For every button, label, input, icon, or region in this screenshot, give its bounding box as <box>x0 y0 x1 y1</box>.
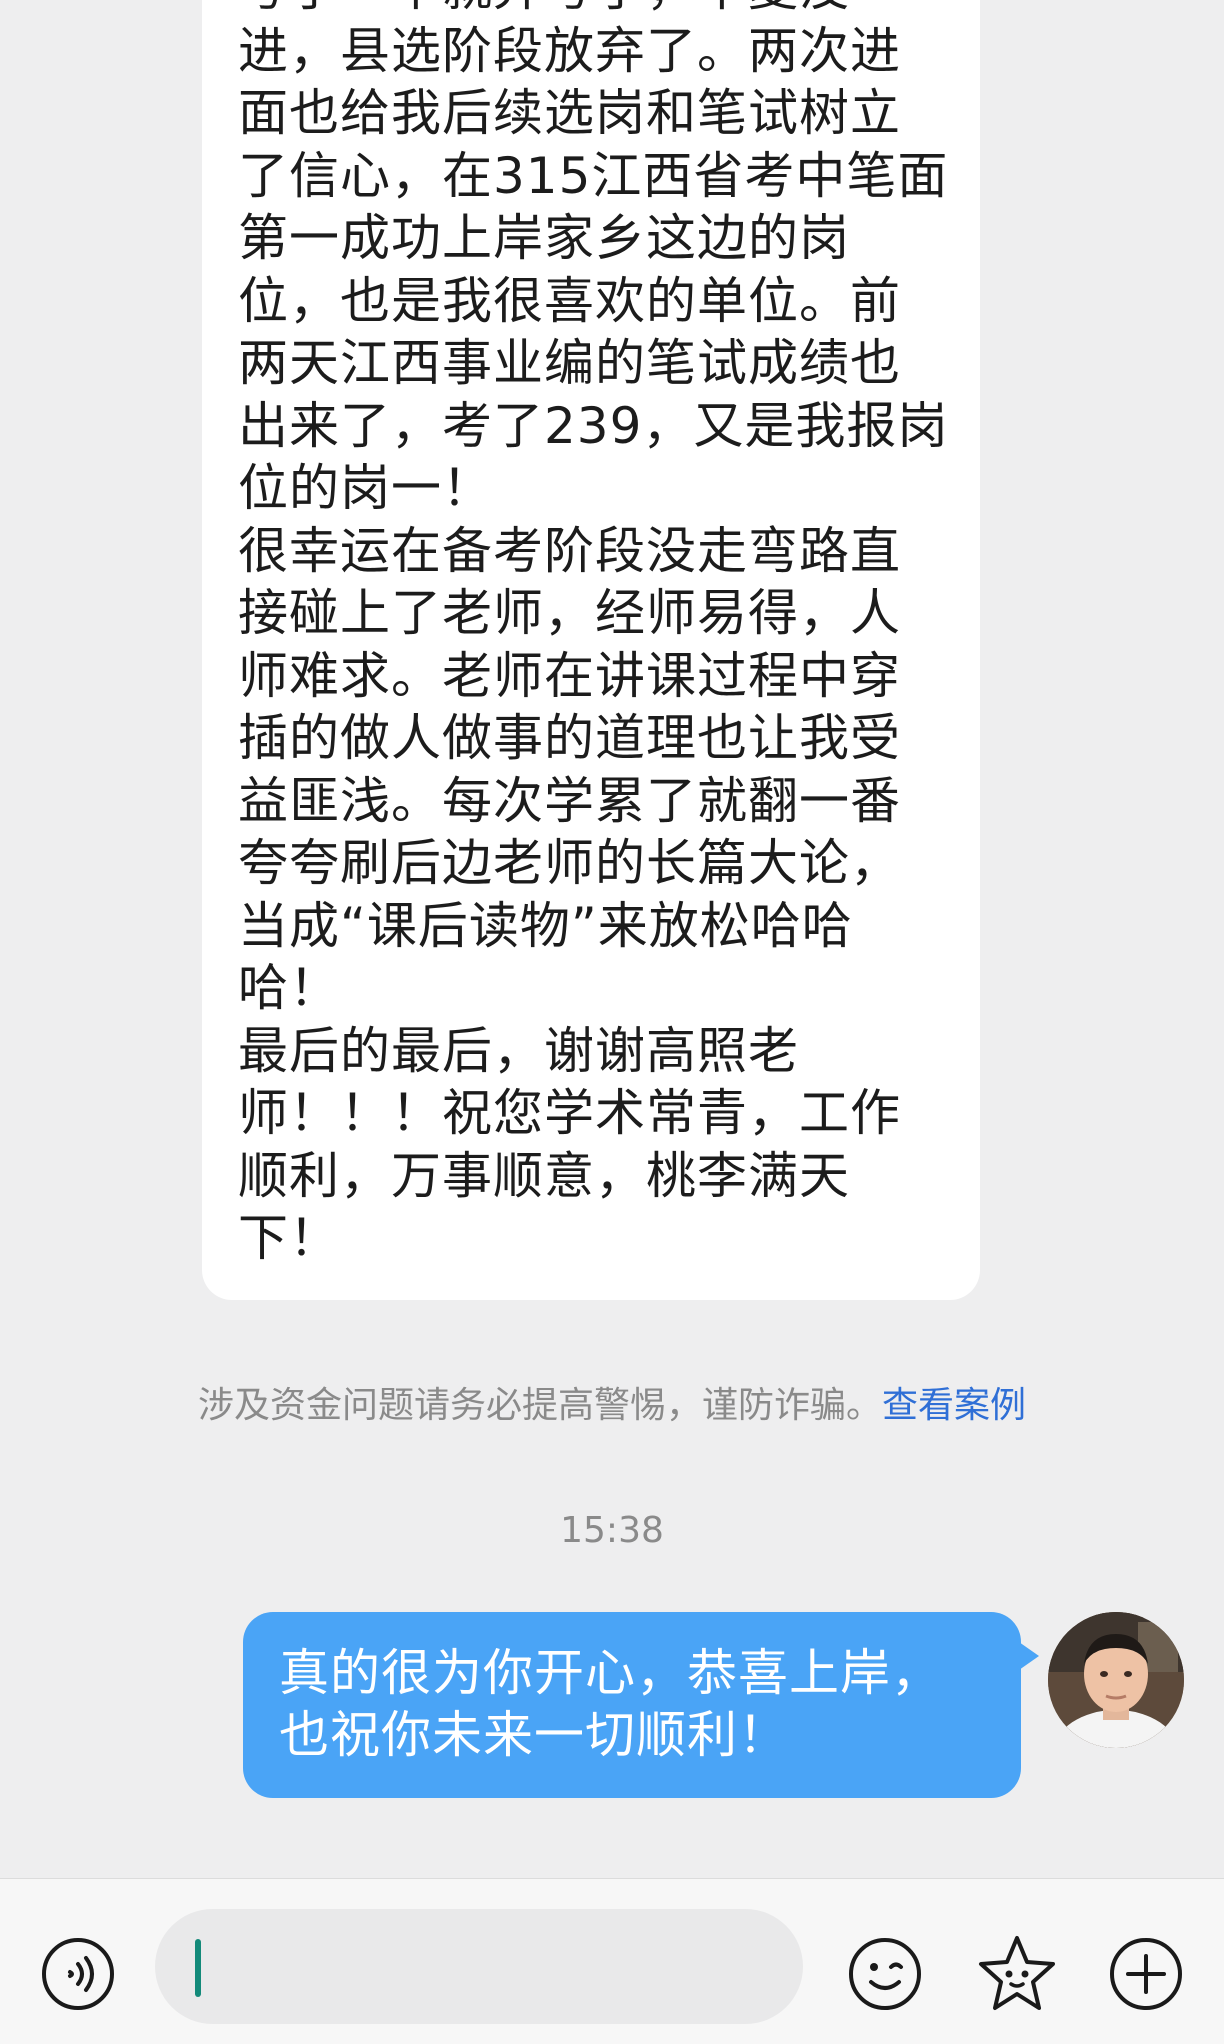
outgoing-message-text: 真的很为你开心，恭喜上岸， 也祝你未来一切顺利！ <box>279 1644 942 1764</box>
message-timestamp: 15:38 <box>560 1510 664 1551</box>
voice-icon[interactable] <box>38 1934 118 2014</box>
view-cases-link[interactable]: 查看案例 <box>882 1385 1026 1426</box>
incoming-message-bubble[interactable]: 考了一半就弃考了，中夏没进，县选阶段放弃了。两次进面也给我后续选岗和笔试树立了信… <box>202 0 980 1300</box>
fraud-warning-notice: 涉及资金问题请务必提高警惕，谨防诈骗。查看案例 <box>0 1378 1224 1434</box>
emoji-icon[interactable] <box>845 1934 925 2014</box>
incoming-message-text: 考了一半就弃考了，中夏没进，县选阶段放弃了。两次进面也给我后续选岗和笔试树立了信… <box>238 0 949 1267</box>
message-input-bar <box>0 1878 1224 2044</box>
avatar[interactable] <box>1048 1612 1184 1748</box>
outgoing-message-bubble[interactable]: 真的很为你开心，恭喜上岸， 也祝你未来一切顺利！ <box>243 1612 1039 1798</box>
plus-icon[interactable] <box>1106 1934 1186 2014</box>
text-cursor <box>195 1939 201 1997</box>
sticker-icon[interactable] <box>975 1932 1059 2016</box>
message-input[interactable] <box>155 1909 803 2024</box>
fraud-warning-text: 涉及资金问题请务必提高警惕，谨防诈骗。 <box>197 1385 882 1426</box>
avatar-photo <box>1048 1612 1184 1748</box>
chat-area[interactable]: 考了一半就弃考了，中夏没进，县选阶段放弃了。两次进面也给我后续选岗和笔试树立了信… <box>0 0 1224 1878</box>
